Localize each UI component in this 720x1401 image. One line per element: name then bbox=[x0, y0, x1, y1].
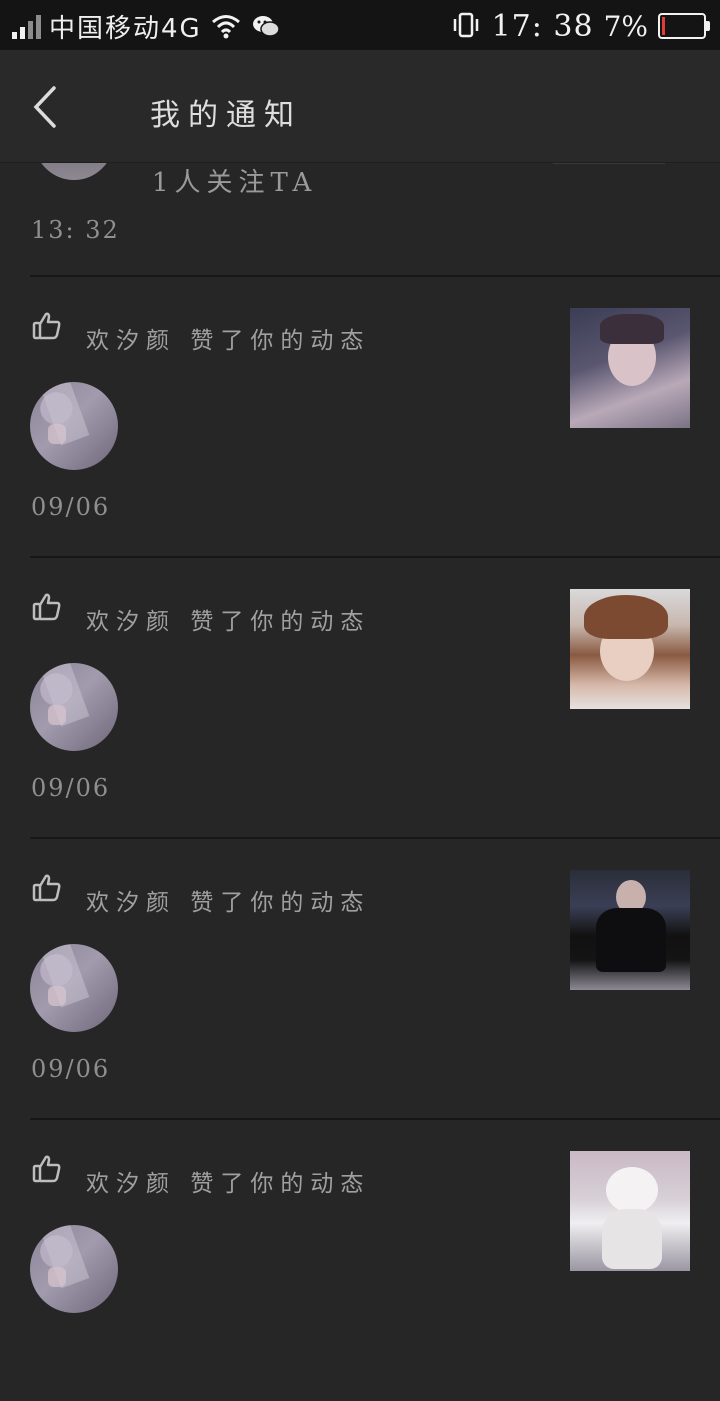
header-bar: 我的通知 bbox=[0, 50, 720, 162]
notification-date: 13: 32 bbox=[31, 216, 120, 244]
avatar[interactable] bbox=[30, 1225, 118, 1313]
vibrate-icon bbox=[450, 10, 482, 42]
thumbs-up-icon bbox=[31, 591, 63, 623]
notification-text: 欢汐颜 赞了你的动态 bbox=[86, 883, 370, 917]
follow-count-text: 1人关注TA bbox=[152, 168, 318, 198]
action-text: 赞了你的动态 bbox=[190, 609, 371, 635]
notification-date: 09/06 bbox=[31, 774, 111, 802]
page-title: 我的通知 bbox=[150, 98, 302, 133]
user-name[interactable]: 欢汐颜 bbox=[86, 609, 176, 635]
notification-text: 欢汐颜 赞了你的动态 bbox=[86, 602, 370, 636]
status-left: 中国移动4G bbox=[12, 10, 282, 44]
notification-date: 09/06 bbox=[31, 493, 111, 521]
notification-item[interactable]: 欢汐颜 赞了你的动态 bbox=[0, 1120, 720, 1401]
clock: 17: 38 bbox=[491, 8, 594, 44]
notification-date: 09/06 bbox=[31, 1055, 111, 1083]
thumbnail-cat-head bbox=[606, 1167, 658, 1213]
user-name[interactable]: 欢汐颜 bbox=[86, 890, 176, 916]
notification-item[interactable]: 欢汐颜 赞了你的动态 09/06 bbox=[0, 839, 720, 1120]
status-bar: 中国移动4G 17: 38 7% bbox=[0, 0, 720, 50]
post-thumbnail[interactable] bbox=[570, 308, 690, 428]
chevron-left-icon bbox=[33, 86, 56, 128]
thumbs-up-icon bbox=[31, 1153, 63, 1185]
user-name[interactable]: 欢汐颜 bbox=[86, 1171, 176, 1197]
status-right: 17: 38 7% bbox=[450, 8, 710, 44]
notification-text: 欢汐颜 赞了你的动态 bbox=[86, 321, 370, 355]
thumbnail-edge bbox=[553, 162, 665, 164]
avatar[interactable] bbox=[30, 663, 118, 751]
post-thumbnail[interactable] bbox=[570, 870, 690, 990]
thumbnail-hair bbox=[584, 595, 668, 639]
thumbnail-hair bbox=[600, 314, 664, 344]
back-button[interactable] bbox=[26, 82, 66, 132]
action-text: 赞了你的动态 bbox=[190, 328, 371, 354]
avatar[interactable] bbox=[30, 382, 118, 470]
thumbnail-jacket bbox=[596, 908, 666, 972]
carrier-label: 中国移动4G bbox=[49, 13, 202, 44]
user-name[interactable]: 欢汐颜 bbox=[86, 328, 176, 354]
action-text: 赞了你的动态 bbox=[190, 890, 371, 916]
avatar[interactable] bbox=[30, 944, 118, 1032]
notification-item[interactable]: 欢汐颜 赞了你的动态 09/06 bbox=[0, 558, 720, 839]
thumbnail-cat-body bbox=[602, 1209, 662, 1269]
wifi-icon bbox=[210, 10, 242, 42]
battery-level bbox=[662, 17, 665, 35]
notification-partial[interactable]: 1人关注TA 13: 32 bbox=[0, 132, 720, 276]
wechat-icon bbox=[250, 10, 282, 42]
thumbs-up-icon bbox=[31, 310, 63, 342]
thumbs-up-icon bbox=[31, 872, 63, 904]
post-thumbnail[interactable] bbox=[570, 589, 690, 709]
notification-text: 欢汐颜 赞了你的动态 bbox=[86, 1164, 370, 1198]
signal-icon bbox=[12, 13, 41, 39]
notification-item[interactable]: 欢汐颜 赞了你的动态 09/06 bbox=[0, 277, 720, 558]
battery-icon bbox=[658, 13, 710, 39]
battery-percent: 7% bbox=[603, 9, 648, 43]
action-text: 赞了你的动态 bbox=[190, 1171, 371, 1197]
post-thumbnail[interactable] bbox=[570, 1151, 690, 1271]
